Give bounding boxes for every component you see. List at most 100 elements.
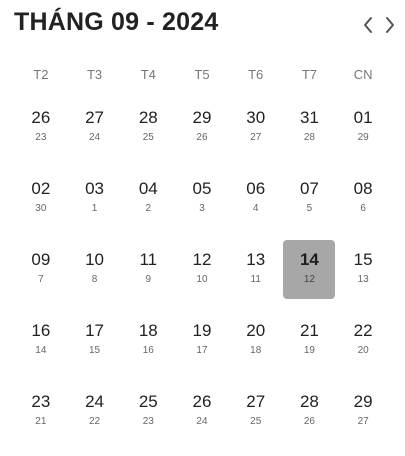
day-cell[interactable]: 28 25 bbox=[121, 98, 175, 169]
day-cell[interactable]: 24 22 bbox=[68, 382, 122, 453]
solar-day: 11 bbox=[139, 250, 158, 269]
lunar-day: 14 bbox=[35, 345, 47, 356]
lunar-day: 5 bbox=[306, 203, 313, 214]
solar-day: 01 bbox=[353, 108, 373, 127]
day-cell[interactable]: 29 26 bbox=[175, 98, 229, 169]
solar-day: 20 bbox=[246, 321, 266, 340]
day-cell[interactable]: 20 18 bbox=[229, 311, 283, 382]
lunar-day: 2 bbox=[145, 203, 152, 214]
day-cell[interactable]: 22 20 bbox=[336, 311, 390, 382]
weekday-label: CN bbox=[353, 67, 373, 82]
prev-month-button[interactable] bbox=[358, 12, 378, 38]
day-cell[interactable]: 10 8 bbox=[68, 240, 122, 311]
day-cell[interactable]: 07 5 bbox=[283, 169, 337, 240]
lunar-day: 7 bbox=[38, 274, 44, 285]
lunar-day: 29 bbox=[357, 132, 369, 143]
day-cell[interactable]: 31 28 bbox=[283, 98, 337, 169]
weekday-label: T2 bbox=[33, 67, 49, 82]
lunar-day: 25 bbox=[142, 132, 154, 143]
lunar-day: 23 bbox=[35, 132, 47, 143]
month-title: THÁNG 09 - 2024 bbox=[14, 8, 219, 36]
day-cell[interactable]: 27 25 bbox=[229, 382, 283, 453]
day-cell[interactable]: 25 23 bbox=[121, 382, 175, 453]
day-cell[interactable]: 26 24 bbox=[175, 382, 229, 453]
lunar-day: 13 bbox=[357, 274, 369, 285]
solar-day: 03 bbox=[85, 179, 105, 198]
day-cell[interactable]: 04 2 bbox=[121, 169, 175, 240]
calendar-grid: 26 23 27 24 28 25 29 26 30 27 31 28 01 29 02 30 … bbox=[14, 98, 390, 453]
solar-day: 26 bbox=[192, 392, 212, 411]
day-cell[interactable]: 19 17 bbox=[175, 311, 229, 382]
solar-day: 04 bbox=[138, 179, 158, 198]
day-cell[interactable]: 08 6 bbox=[336, 169, 390, 240]
lunar-day: 8 bbox=[91, 274, 98, 285]
solar-day: 18 bbox=[138, 321, 158, 340]
solar-day: 23 bbox=[31, 392, 51, 411]
lunar-day: 1 bbox=[91, 203, 98, 214]
lunar-day: 16 bbox=[142, 345, 154, 356]
day-cell[interactable]: 28 26 bbox=[283, 382, 337, 453]
solar-day: 06 bbox=[246, 179, 266, 198]
day-cell[interactable]: 12 10 bbox=[175, 240, 229, 311]
lunar-day: 24 bbox=[89, 132, 101, 143]
lunar-day: 17 bbox=[196, 345, 208, 356]
day-cell[interactable]: 05 3 bbox=[175, 169, 229, 240]
day-cell[interactable]: 13 11 bbox=[229, 240, 283, 311]
calendar-header: THÁNG 09 - 2024 bbox=[0, 0, 405, 52]
solar-day: 24 bbox=[85, 392, 105, 411]
solar-day: 26 bbox=[31, 108, 51, 127]
solar-day: 15 bbox=[353, 250, 373, 269]
day-cell[interactable]: 29 27 bbox=[336, 382, 390, 453]
day-cell[interactable]: 17 15 bbox=[68, 311, 122, 382]
solar-day: 07 bbox=[299, 179, 319, 198]
lunar-day: 30 bbox=[35, 203, 47, 214]
next-month-button[interactable] bbox=[380, 12, 400, 38]
chevron-right-icon bbox=[386, 17, 394, 33]
day-cell[interactable]: 11 9 bbox=[121, 240, 175, 311]
lunar-day: 27 bbox=[357, 416, 369, 427]
lunar-day: 21 bbox=[35, 416, 47, 427]
lunar-day: 15 bbox=[89, 345, 101, 356]
solar-day: 21 bbox=[299, 321, 319, 340]
lunar-day: 24 bbox=[196, 416, 208, 427]
solar-day: 19 bbox=[192, 321, 212, 340]
weekday-header-row: T2 T3 T4 T5 T6 T7 CN bbox=[14, 67, 390, 85]
day-cell-selected[interactable]: 14 12 bbox=[283, 240, 337, 311]
day-cell[interactable]: 21 19 bbox=[283, 311, 337, 382]
solar-day: 29 bbox=[353, 392, 373, 411]
day-cell[interactable]: 06 4 bbox=[229, 169, 283, 240]
day-cell[interactable]: 23 21 bbox=[14, 382, 68, 453]
solar-day: 14 bbox=[299, 250, 319, 269]
lunar-day: 10 bbox=[196, 274, 208, 285]
solar-day: 09 bbox=[31, 250, 51, 269]
day-cell[interactable]: 30 27 bbox=[229, 98, 283, 169]
solar-day: 31 bbox=[299, 108, 319, 127]
solar-day: 08 bbox=[353, 179, 373, 198]
lunar-day: 4 bbox=[252, 203, 259, 214]
lunar-day: 9 bbox=[145, 274, 152, 285]
day-cell[interactable]: 15 13 bbox=[336, 240, 390, 311]
solar-day: 05 bbox=[192, 179, 212, 198]
lunar-day: 27 bbox=[250, 132, 262, 143]
day-cell[interactable]: 09 7 bbox=[14, 240, 68, 311]
solar-day: 25 bbox=[138, 392, 158, 411]
solar-day: 30 bbox=[246, 108, 266, 127]
day-cell[interactable]: 26 23 bbox=[14, 98, 68, 169]
day-cell[interactable]: 02 30 bbox=[14, 169, 68, 240]
solar-day: 29 bbox=[192, 108, 212, 127]
solar-day: 16 bbox=[31, 321, 51, 340]
weekday-label: T5 bbox=[194, 67, 210, 82]
day-cell[interactable]: 16 14 bbox=[14, 311, 68, 382]
solar-day: 27 bbox=[85, 108, 105, 127]
chevron-left-icon bbox=[364, 17, 372, 33]
day-cell[interactable]: 01 29 bbox=[336, 98, 390, 169]
day-cell[interactable]: 27 24 bbox=[68, 98, 122, 169]
solar-day: 17 bbox=[85, 321, 105, 340]
solar-day: 12 bbox=[192, 250, 212, 269]
lunar-day: 19 bbox=[303, 345, 315, 356]
solar-day: 10 bbox=[85, 250, 105, 269]
lunar-day: 23 bbox=[142, 416, 154, 427]
weekday-label: T7 bbox=[301, 67, 317, 82]
day-cell[interactable]: 18 16 bbox=[121, 311, 175, 382]
day-cell[interactable]: 03 1 bbox=[68, 169, 122, 240]
